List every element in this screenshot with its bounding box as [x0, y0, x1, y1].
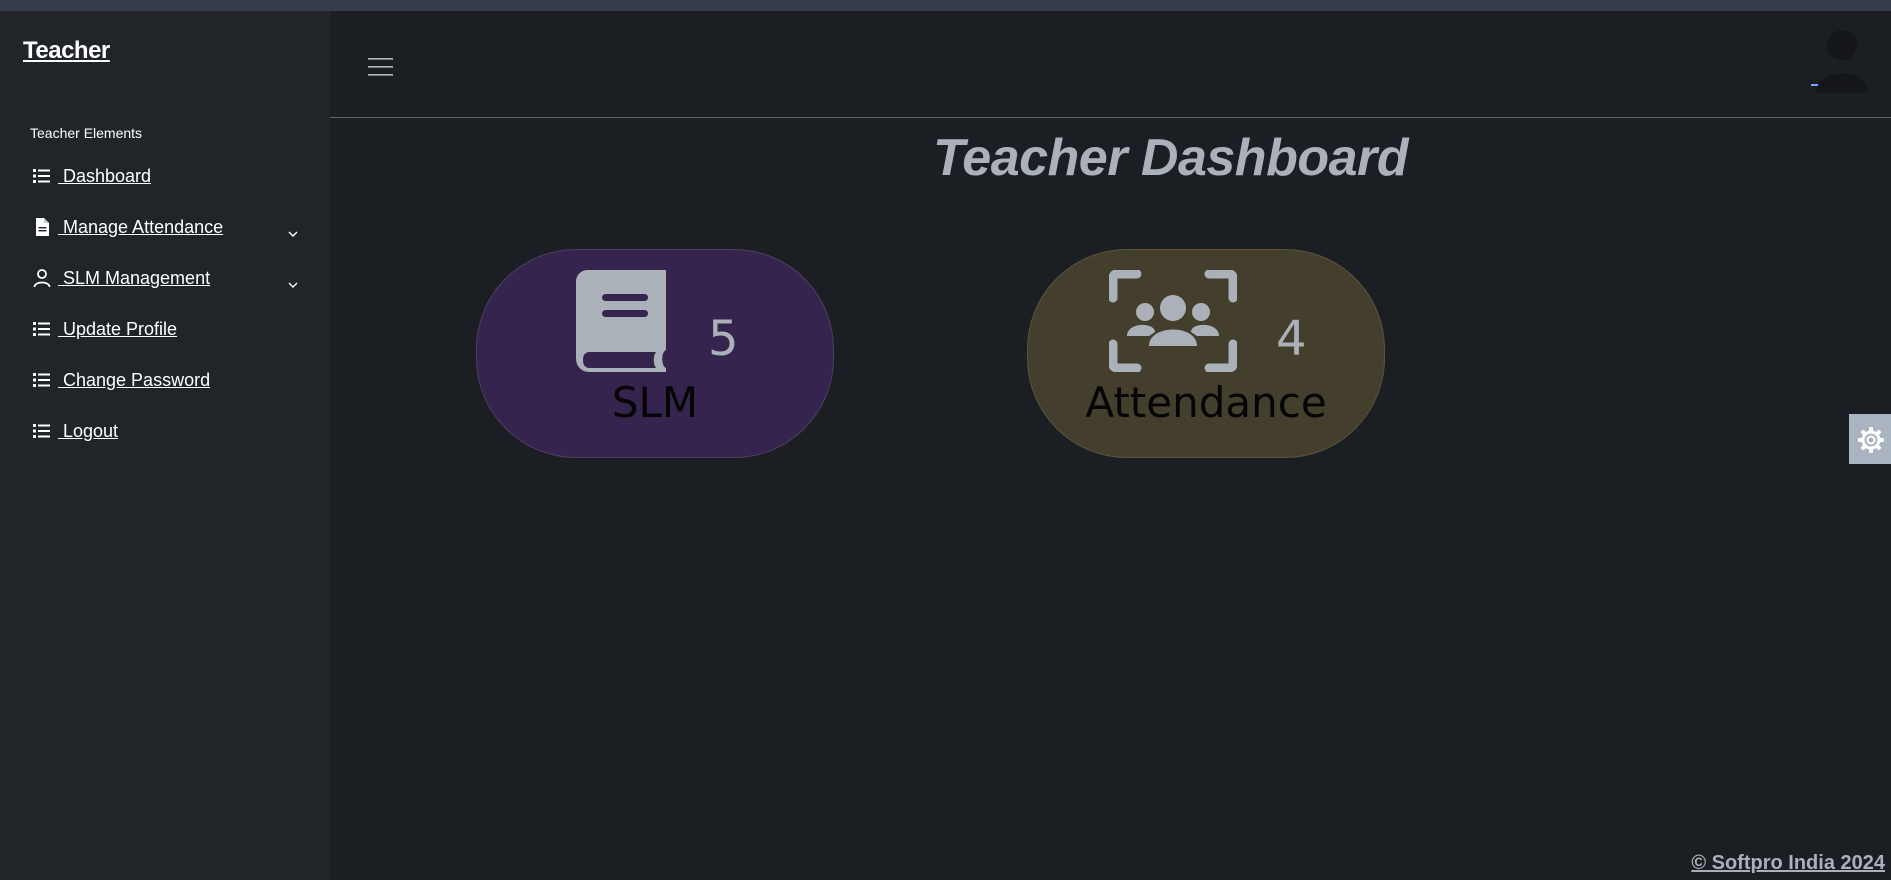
footer-copyright[interactable]: © Softpro India 2024	[1691, 852, 1885, 875]
list-icon	[33, 424, 50, 438]
sidebar-item-logout[interactable]: Logout	[0, 417, 330, 468]
brand-link[interactable]: Teacher	[23, 37, 110, 65]
sidebar-item-label: SLM Management	[58, 268, 211, 288]
sidebar-item-label: Manage Attendance	[58, 217, 224, 237]
sidebar-item-slm-management[interactable]: SLM Management	[0, 264, 330, 315]
settings-toggle[interactable]	[1849, 414, 1891, 464]
list-icon	[33, 322, 50, 336]
sidebar-item-label: Dashboard	[58, 166, 152, 186]
slm-card[interactable]: 5 SLM	[476, 249, 834, 458]
gear-icon	[1858, 427, 1884, 453]
page-title: Teacher Dashboard	[330, 128, 1891, 188]
sidebar-item-label: Change Password	[58, 370, 211, 390]
attendance-card[interactable]: 4 Attendance	[1027, 249, 1385, 458]
sidebar: Teacher Teacher Elements Dashboard Manag…	[0, 11, 330, 880]
list-icon	[33, 169, 50, 183]
user-icon	[33, 269, 51, 288]
sidebar-item-label: Logout	[58, 421, 119, 441]
slm-count: 5	[708, 311, 739, 367]
sidebar-item-update-profile[interactable]: Update Profile	[0, 315, 330, 366]
book-icon	[576, 270, 666, 372]
page-title-text: Teacher Dashboard	[932, 129, 1409, 187]
top-strip	[0, 0, 1891, 11]
users-viewfinder-icon	[1109, 270, 1237, 372]
sidebar-item-dashboard[interactable]: Dashboard	[0, 162, 330, 213]
top-header	[330, 11, 1891, 118]
chevron-down-icon[interactable]	[286, 276, 300, 290]
slm-label: SLM	[611, 378, 699, 427]
sidebar-section-label: Teacher Elements	[30, 125, 143, 141]
user-avatar-icon[interactable]	[1810, 29, 1870, 93]
sidebar-item-manage-attendance[interactable]: Manage Attendance	[0, 213, 330, 264]
hamburger-icon[interactable]	[368, 56, 393, 78]
attendance-label: Attendance	[1085, 378, 1327, 427]
file-icon	[36, 218, 49, 236]
sidebar-nav: Dashboard Manage Attendance SLM Manageme…	[0, 162, 330, 468]
sidebar-item-change-password[interactable]: Change Password	[0, 366, 330, 417]
sidebar-item-label: Update Profile	[58, 319, 178, 339]
attendance-count: 4	[1276, 311, 1307, 367]
list-icon	[33, 373, 50, 387]
chevron-down-icon[interactable]	[286, 225, 300, 239]
